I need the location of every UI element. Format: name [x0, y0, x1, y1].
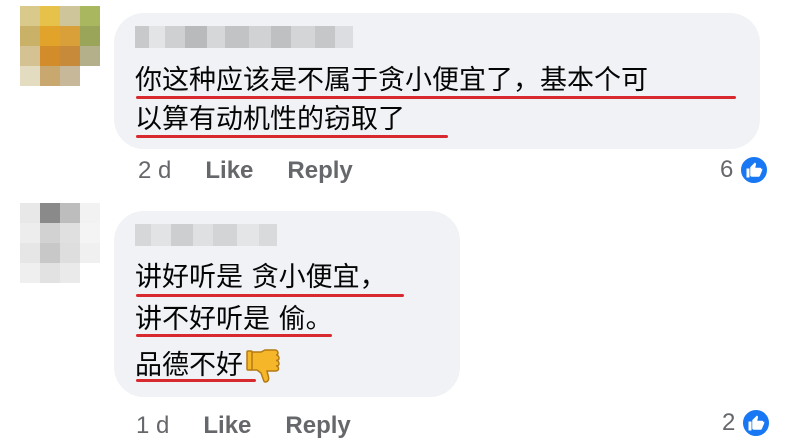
thumbs-up-icon — [741, 408, 772, 438]
comment-text-line: 讲好听是 贪小便宜， — [135, 262, 387, 293]
red-underline — [136, 96, 736, 99]
like-button[interactable]: Like — [203, 412, 251, 440]
red-underline — [136, 135, 448, 138]
comment-text-line: 以算有动机性的窃取了 — [135, 104, 405, 135]
comment-actions: 2 d Like Reply — [138, 157, 353, 185]
red-underline — [136, 379, 256, 382]
like-button[interactable]: Like — [205, 157, 253, 185]
reply-button[interactable]: Reply — [285, 412, 350, 440]
timestamp[interactable]: 2 d — [138, 157, 171, 185]
reaction-count: 2 — [722, 409, 736, 436]
comment-text-line: 讲不好听是 偷。 — [135, 304, 333, 335]
avatar[interactable] — [20, 6, 100, 86]
reply-button[interactable]: Reply — [287, 157, 352, 185]
reaction-summary[interactable]: 6 — [720, 155, 770, 185]
author-name-blurred[interactable] — [135, 224, 277, 246]
red-underline — [136, 294, 404, 297]
red-underline — [136, 334, 332, 337]
comment-actions: 1 d Like Reply — [136, 412, 351, 440]
comment-text-line: 你这种应该是不属于贪小便宜了，基本个可 — [135, 65, 648, 96]
author-name-blurred[interactable] — [135, 26, 353, 48]
timestamp[interactable]: 1 d — [136, 412, 169, 440]
reaction-count: 6 — [720, 156, 734, 183]
thumbs-up-icon — [739, 155, 770, 185]
reaction-summary[interactable]: 2 — [722, 408, 772, 438]
avatar[interactable] — [20, 203, 100, 283]
